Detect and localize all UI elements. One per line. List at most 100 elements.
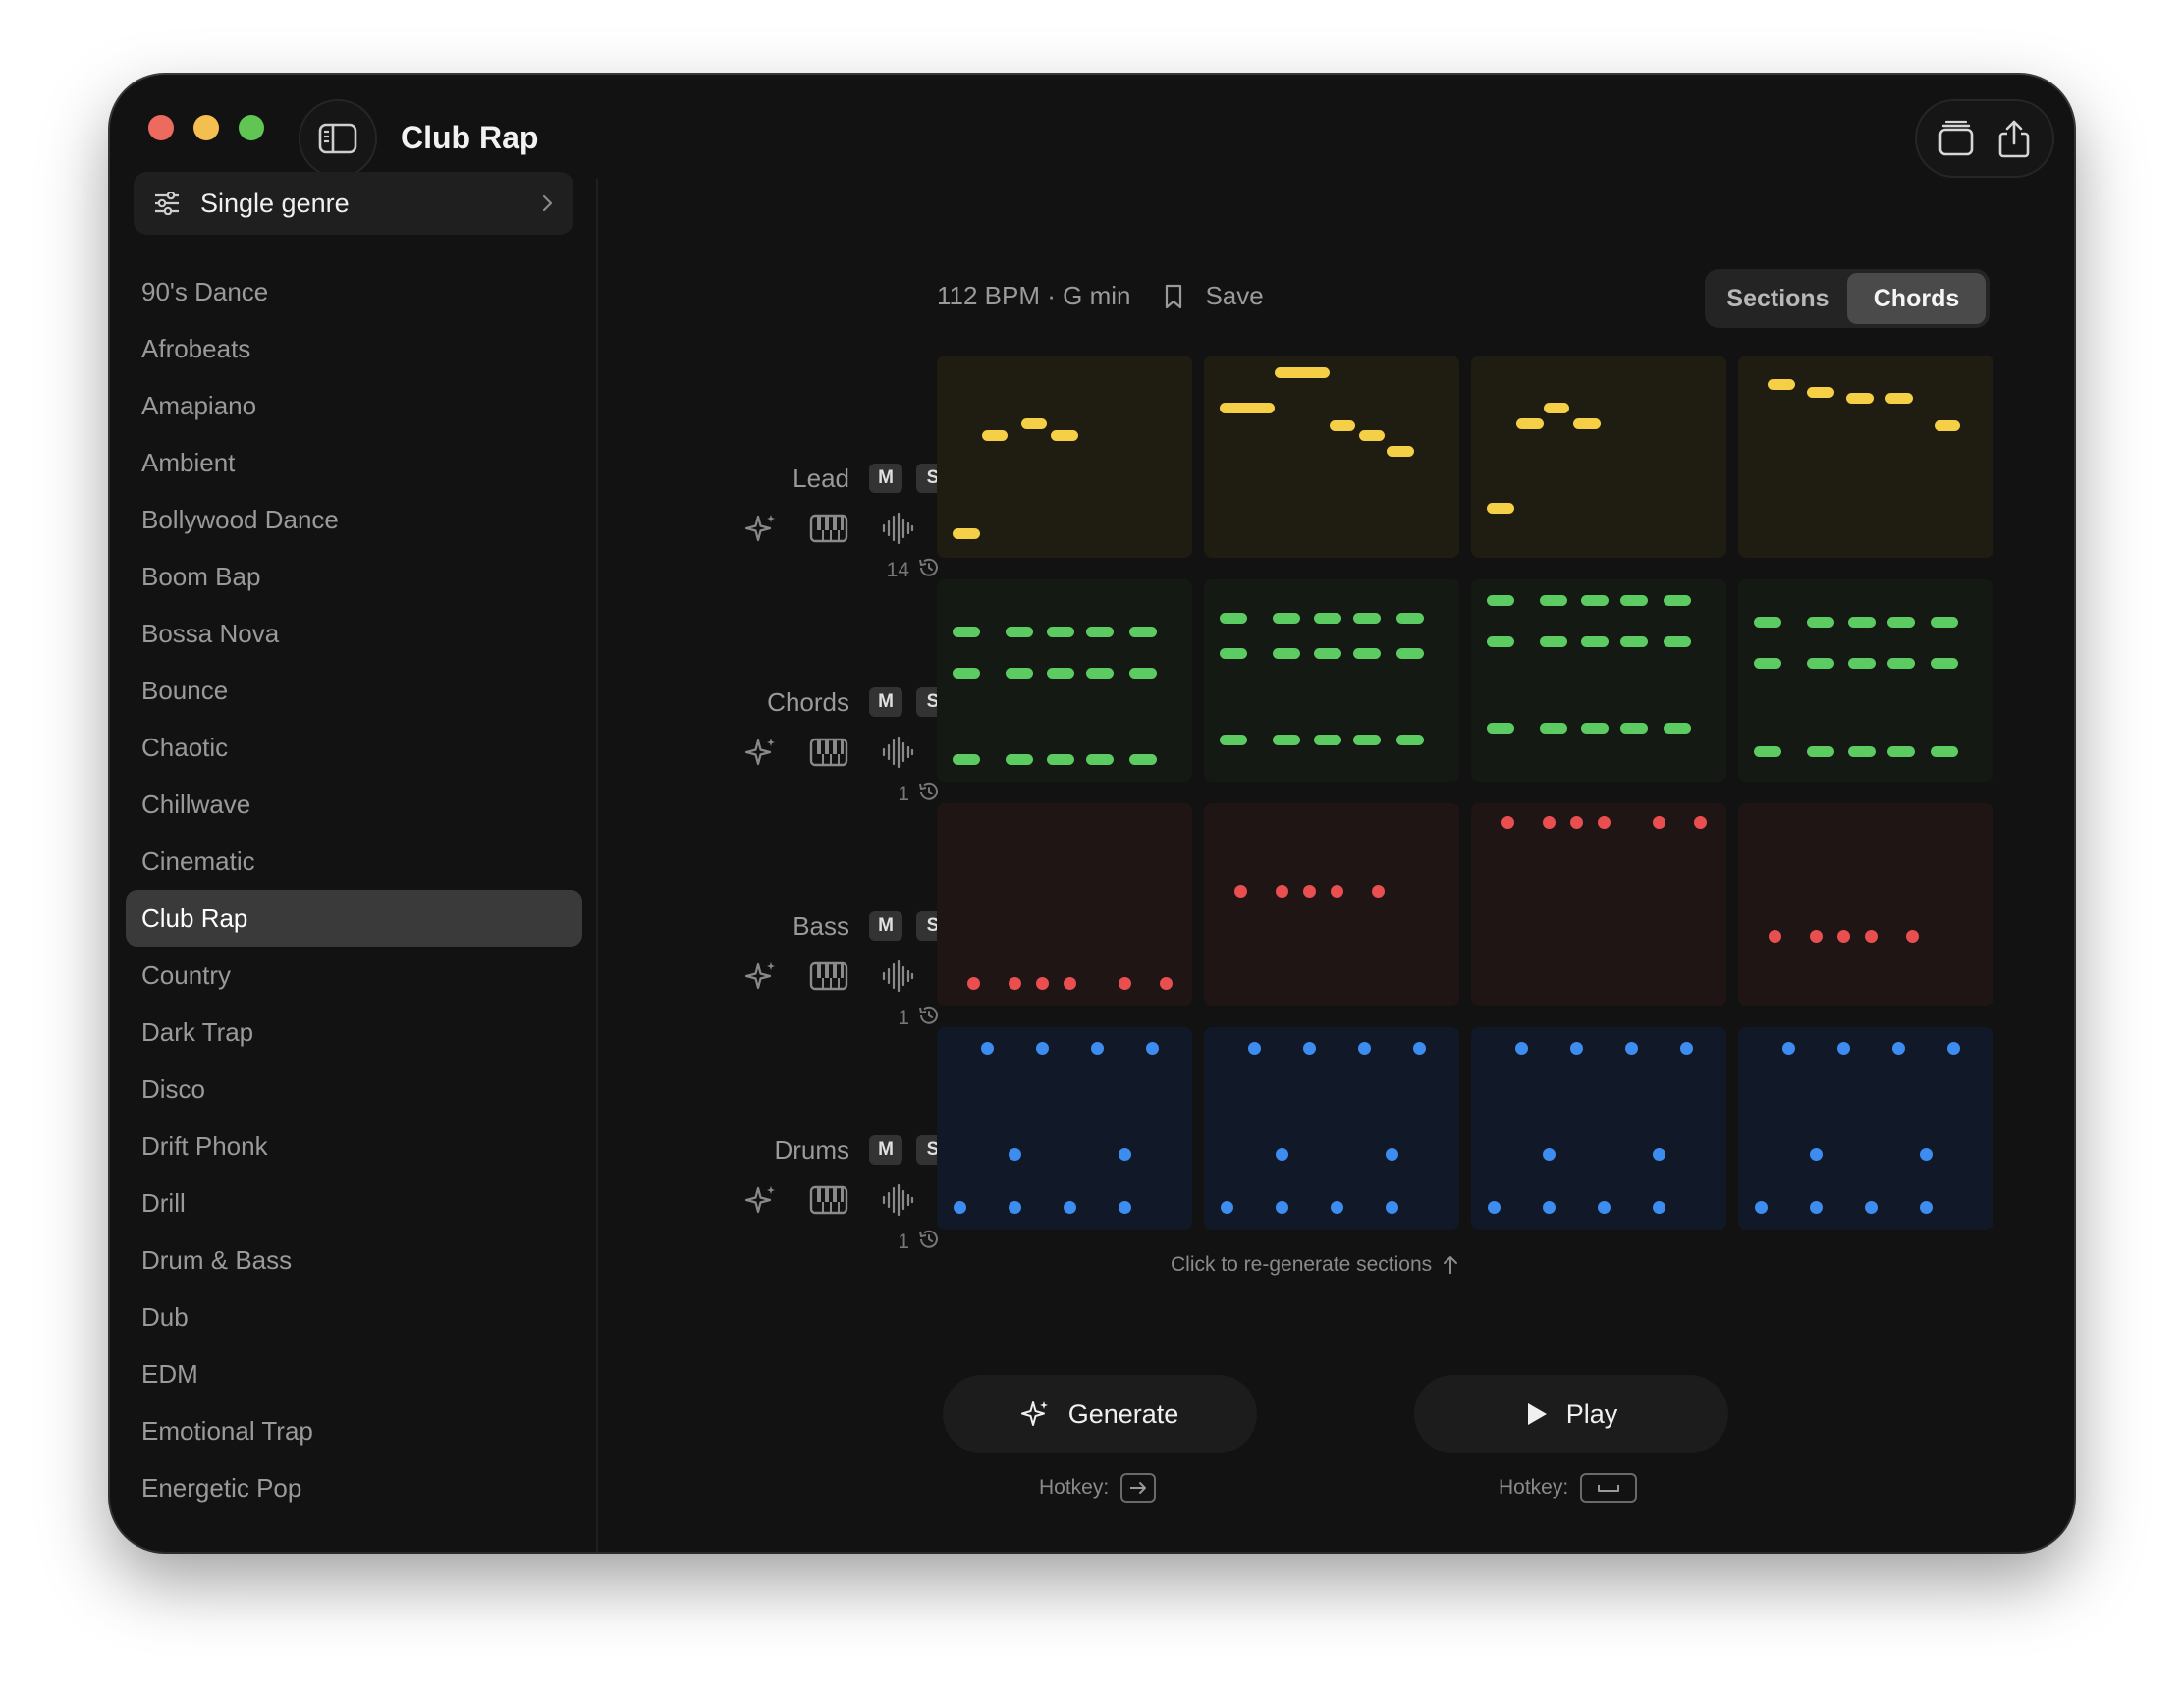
app-window: Club Rap Single genre 90's Dance Afrobea… — [110, 75, 2074, 1552]
mute-button[interactable]: M — [869, 464, 902, 493]
track-controls: Drums M S 1 — [719, 1133, 964, 1330]
hit — [1543, 1201, 1556, 1214]
note — [1754, 746, 1781, 757]
hit — [1276, 1201, 1288, 1214]
genre-item[interactable]: Dark Trap — [126, 1004, 582, 1061]
save-button[interactable]: Save — [1164, 281, 1264, 311]
genre-item[interactable]: Cinematic — [126, 833, 582, 890]
hit — [1160, 977, 1173, 990]
waveform-icon[interactable] — [878, 957, 917, 996]
hit — [1009, 1148, 1021, 1161]
piano-icon[interactable] — [809, 957, 848, 996]
hit — [1694, 816, 1707, 829]
genre-item[interactable]: Energetic Pop — [126, 1459, 582, 1516]
hit — [1865, 930, 1878, 943]
hit — [1386, 1201, 1398, 1214]
sidebar-toggle-icon — [318, 123, 357, 154]
generate-hotkey: Hotkey: — [1039, 1473, 1157, 1503]
minimize-window-button[interactable] — [193, 115, 219, 140]
clip-bass-1[interactable] — [937, 803, 1192, 1006]
genre-item[interactable]: Country — [126, 947, 582, 1004]
top-actions — [1915, 99, 2054, 178]
mute-button[interactable]: M — [869, 911, 902, 941]
genre-item[interactable]: Drill — [126, 1175, 582, 1232]
tab-sections[interactable]: Sections — [1709, 273, 1847, 324]
note — [1768, 379, 1795, 390]
piano-icon[interactable] — [809, 509, 848, 548]
genre-item[interactable]: Drift Phonk — [126, 1118, 582, 1175]
genre-item[interactable]: Bounce — [126, 662, 582, 719]
genre-item[interactable]: Bollywood Dance — [126, 491, 582, 548]
sparkle-icon[interactable] — [742, 1180, 782, 1220]
genre-item[interactable]: 90's Dance — [126, 263, 582, 320]
genre-item[interactable]: Club Rap — [126, 890, 582, 947]
clip-chords-1[interactable] — [937, 579, 1192, 782]
clip-drums-4[interactable] — [1738, 1027, 1993, 1230]
genre-item[interactable]: Chaotic — [126, 719, 582, 776]
note — [1487, 636, 1514, 647]
note — [1487, 503, 1514, 514]
genre-item[interactable]: Afrobeats — [126, 320, 582, 377]
genre-item[interactable]: Disco — [126, 1061, 582, 1118]
genre-item[interactable]: Amapiano — [126, 377, 582, 434]
clip-drums-1[interactable] — [937, 1027, 1192, 1230]
play-label: Play — [1565, 1398, 1618, 1429]
note — [1129, 627, 1157, 637]
note — [982, 430, 1008, 441]
clip-bass-3[interactable] — [1471, 803, 1726, 1006]
hit — [1680, 1042, 1693, 1055]
hit — [1598, 816, 1611, 829]
sidebar-toggle-button[interactable] — [299, 99, 377, 178]
regenerate-hint: Click to re-generate sections — [1171, 1253, 1459, 1277]
history-icon — [917, 1004, 941, 1033]
close-window-button[interactable] — [148, 115, 174, 140]
note — [1620, 723, 1648, 734]
genre-item[interactable]: Chillwave — [126, 776, 582, 833]
hit — [1653, 1148, 1665, 1161]
generate-button[interactable]: Generate — [943, 1375, 1257, 1453]
piano-icon[interactable] — [809, 733, 848, 772]
clip-lead-2[interactable] — [1204, 356, 1459, 558]
clip-bass-4[interactable] — [1738, 803, 1993, 1006]
note — [1620, 636, 1648, 647]
layers-button[interactable] — [1932, 114, 1981, 163]
genre-item[interactable]: Drum & Bass — [126, 1232, 582, 1288]
note — [1581, 595, 1609, 606]
note — [1848, 658, 1876, 669]
clip-drums-2[interactable] — [1204, 1027, 1459, 1230]
tab-chords[interactable]: Chords — [1847, 273, 1986, 324]
mute-button[interactable]: M — [869, 1135, 902, 1165]
maximize-window-button[interactable] — [239, 115, 264, 140]
genre-item[interactable]: Ambient — [126, 434, 582, 491]
sparkle-icon[interactable] — [742, 733, 782, 772]
clip-chords-4[interactable] — [1738, 579, 1993, 782]
sparkle-icon[interactable] — [742, 957, 782, 996]
clip-lead-1[interactable] — [937, 356, 1192, 558]
hit — [1810, 930, 1823, 943]
genre-item[interactable]: Boom Bap — [126, 548, 582, 605]
clip-chords-3[interactable] — [1471, 579, 1726, 782]
clip-lead-4[interactable] — [1738, 356, 1993, 558]
clip-bass-2[interactable] — [1204, 803, 1459, 1006]
space-key-icon — [1580, 1473, 1638, 1503]
clip-lead-3[interactable] — [1471, 356, 1726, 558]
waveform-icon[interactable] — [878, 733, 917, 772]
play-button[interactable]: Play — [1414, 1375, 1728, 1453]
waveform-icon[interactable] — [878, 1180, 917, 1220]
clip-drums-3[interactable] — [1471, 1027, 1726, 1230]
clip-chords-2[interactable] — [1204, 579, 1459, 782]
hit — [1865, 1201, 1878, 1214]
genre-item[interactable]: EDM — [126, 1345, 582, 1402]
history-button[interactable]: 1 — [898, 1228, 949, 1257]
genre-item[interactable]: Bossa Nova — [126, 605, 582, 662]
note — [1887, 617, 1915, 628]
share-button[interactable] — [1990, 114, 2039, 163]
genre-item[interactable]: Dub — [126, 1288, 582, 1345]
layers-icon — [1938, 120, 1973, 156]
sparkle-icon[interactable] — [742, 509, 782, 548]
piano-icon[interactable] — [809, 1180, 848, 1220]
genre-item[interactable]: Emotional Trap — [126, 1402, 582, 1459]
waveform-icon[interactable] — [878, 509, 917, 548]
genre-mode-selector[interactable]: Single genre — [134, 172, 573, 235]
mute-button[interactable]: M — [869, 687, 902, 717]
